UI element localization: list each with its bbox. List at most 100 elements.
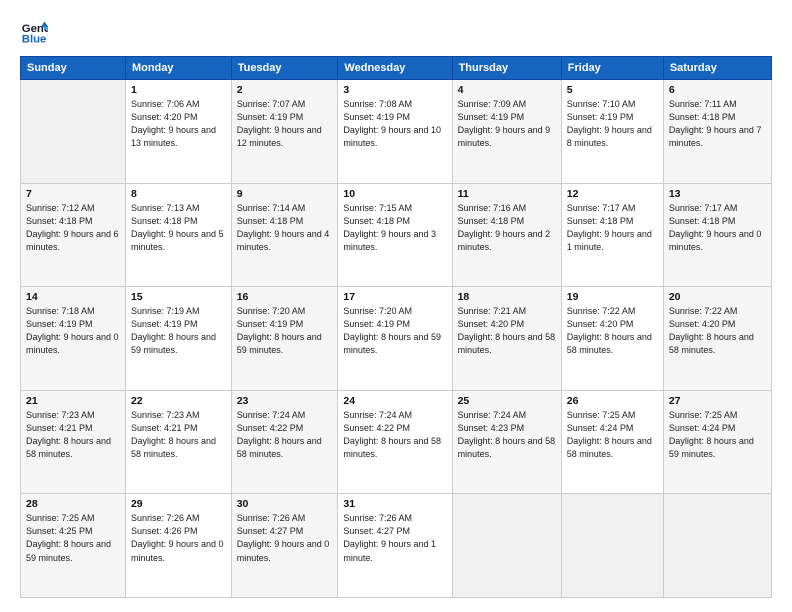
weekday-header-friday: Friday <box>561 57 663 80</box>
calendar-cell: 30 Sunrise: 7:26 AMSunset: 4:27 PMDayligh… <box>231 494 338 598</box>
cell-day-number: 9 <box>237 188 333 200</box>
calendar-cell <box>21 80 126 184</box>
header: General Blue <box>20 18 772 46</box>
cell-day-number: 18 <box>458 291 556 303</box>
cell-day-number: 14 <box>26 291 120 303</box>
calendar-cell: 26 Sunrise: 7:25 AMSunset: 4:24 PMDayligh… <box>561 390 663 494</box>
cell-info: Sunrise: 7:19 AMSunset: 4:19 PMDaylight:… <box>131 305 226 357</box>
calendar-body: 1 Sunrise: 7:06 AMSunset: 4:20 PMDaylight… <box>21 80 772 598</box>
calendar-cell: 15 Sunrise: 7:19 AMSunset: 4:19 PMDayligh… <box>125 287 231 391</box>
calendar-cell: 4 Sunrise: 7:09 AMSunset: 4:19 PMDaylight… <box>452 80 561 184</box>
cell-day-number: 11 <box>458 188 556 200</box>
cell-day-number: 26 <box>567 395 658 407</box>
cell-day-number: 4 <box>458 84 556 96</box>
calendar-cell: 12Sunrise: 7:17 AMSunset: 4:18 PMDayligh… <box>561 183 663 287</box>
calendar-cell: 3Sunrise: 7:08 AMSunset: 4:19 PMDaylight… <box>338 80 452 184</box>
cell-day-number: 22 <box>131 395 226 407</box>
calendar-week-2: 7 Sunrise: 7:12 AMSunset: 4:18 PMDaylight… <box>21 183 772 287</box>
cell-info: Sunrise: 7:06 AMSunset: 4:20 PMDaylight:… <box>131 98 226 150</box>
calendar-cell: 11Sunrise: 7:16 AMSunset: 4:18 PMDayligh… <box>452 183 561 287</box>
calendar-cell: 22Sunrise: 7:23 AMSunset: 4:21 PMDayligh… <box>125 390 231 494</box>
cell-info: Sunrise: 7:13 AMSunset: 4:18 PMDaylight:… <box>131 202 226 254</box>
calendar-cell: 21Sunrise: 7:23 AMSunset: 4:21 PMDayligh… <box>21 390 126 494</box>
cell-day-number: 25 <box>458 395 556 407</box>
cell-day-number: 13 <box>669 188 766 200</box>
cell-info: Sunrise: 7:09 AMSunset: 4:19 PMDaylight:… <box>458 98 556 150</box>
svg-text:Blue: Blue <box>22 34 47 46</box>
calendar-cell: 8 Sunrise: 7:13 AMSunset: 4:18 PMDaylight… <box>125 183 231 287</box>
calendar-cell: 14 Sunrise: 7:18 AMSunset: 4:19 PMDayligh… <box>21 287 126 391</box>
calendar-cell: 19Sunrise: 7:22 AMSunset: 4:20 PMDayligh… <box>561 287 663 391</box>
cell-day-number: 31 <box>343 498 446 510</box>
cell-day-number: 3 <box>343 84 446 96</box>
cell-day-number: 6 <box>669 84 766 96</box>
cell-day-number: 17 <box>343 291 446 303</box>
cell-info: Sunrise: 7:11 AMSunset: 4:18 PMDaylight:… <box>669 98 766 150</box>
cell-info: Sunrise: 7:24 AMSunset: 4:23 PMDaylight:… <box>458 409 556 461</box>
calendar-cell: 25 Sunrise: 7:24 AMSunset: 4:23 PMDayligh… <box>452 390 561 494</box>
calendar-cell: 2 Sunrise: 7:07 AMSunset: 4:19 PMDaylight… <box>231 80 338 184</box>
cell-info: Sunrise: 7:22 AMSunset: 4:20 PMDaylight:… <box>669 305 766 357</box>
cell-info: Sunrise: 7:25 AMSunset: 4:24 PMDaylight:… <box>567 409 658 461</box>
cell-info: Sunrise: 7:26 AMSunset: 4:27 PMDaylight:… <box>237 512 333 564</box>
cell-info: Sunrise: 7:26 AMSunset: 4:26 PMDaylight:… <box>131 512 226 564</box>
weekday-header-wednesday: Wednesday <box>338 57 452 80</box>
cell-day-number: 29 <box>131 498 226 510</box>
calendar-week-4: 21Sunrise: 7:23 AMSunset: 4:21 PMDayligh… <box>21 390 772 494</box>
calendar-cell: 10Sunrise: 7:15 AMSunset: 4:18 PMDayligh… <box>338 183 452 287</box>
cell-day-number: 16 <box>237 291 333 303</box>
cell-day-number: 10 <box>343 188 446 200</box>
calendar-week-3: 14 Sunrise: 7:18 AMSunset: 4:19 PMDayligh… <box>21 287 772 391</box>
calendar-cell: 13 Sunrise: 7:17 AMSunset: 4:18 PMDayligh… <box>663 183 771 287</box>
cell-info: Sunrise: 7:25 AMSunset: 4:25 PMDaylight:… <box>26 512 120 564</box>
cell-day-number: 28 <box>26 498 120 510</box>
logo: General Blue <box>20 18 52 46</box>
calendar-cell: 16 Sunrise: 7:20 AMSunset: 4:19 PMDayligh… <box>231 287 338 391</box>
cell-info: Sunrise: 7:26 AMSunset: 4:27 PMDaylight:… <box>343 512 446 564</box>
logo-icon: General Blue <box>20 18 48 46</box>
cell-day-number: 2 <box>237 84 333 96</box>
cell-info: Sunrise: 7:12 AMSunset: 4:18 PMDaylight:… <box>26 202 120 254</box>
weekday-header-tuesday: Tuesday <box>231 57 338 80</box>
calendar-cell: 29 Sunrise: 7:26 AMSunset: 4:26 PMDayligh… <box>125 494 231 598</box>
calendar-table: SundayMondayTuesdayWednesdayThursdayFrid… <box>20 56 772 598</box>
cell-info: Sunrise: 7:18 AMSunset: 4:19 PMDaylight:… <box>26 305 120 357</box>
cell-info: Sunrise: 7:24 AMSunset: 4:22 PMDaylight:… <box>343 409 446 461</box>
cell-day-number: 5 <box>567 84 658 96</box>
weekday-header-saturday: Saturday <box>663 57 771 80</box>
calendar-cell: 23Sunrise: 7:24 AMSunset: 4:22 PMDayligh… <box>231 390 338 494</box>
calendar-header-row: SundayMondayTuesdayWednesdayThursdayFrid… <box>21 57 772 80</box>
weekday-header-sunday: Sunday <box>21 57 126 80</box>
cell-day-number: 15 <box>131 291 226 303</box>
calendar-cell <box>561 494 663 598</box>
cell-day-number: 8 <box>131 188 226 200</box>
cell-info: Sunrise: 7:14 AMSunset: 4:18 PMDaylight:… <box>237 202 333 254</box>
cell-info: Sunrise: 7:07 AMSunset: 4:19 PMDaylight:… <box>237 98 333 150</box>
cell-info: Sunrise: 7:20 AMSunset: 4:19 PMDaylight:… <box>343 305 446 357</box>
cell-day-number: 1 <box>131 84 226 96</box>
calendar-cell <box>663 494 771 598</box>
calendar-week-1: 1 Sunrise: 7:06 AMSunset: 4:20 PMDaylight… <box>21 80 772 184</box>
calendar-cell: 20 Sunrise: 7:22 AMSunset: 4:20 PMDayligh… <box>663 287 771 391</box>
cell-day-number: 7 <box>26 188 120 200</box>
cell-day-number: 21 <box>26 395 120 407</box>
cell-info: Sunrise: 7:24 AMSunset: 4:22 PMDaylight:… <box>237 409 333 461</box>
calendar-week-5: 28 Sunrise: 7:25 AMSunset: 4:25 PMDayligh… <box>21 494 772 598</box>
calendar-cell: 1 Sunrise: 7:06 AMSunset: 4:20 PMDaylight… <box>125 80 231 184</box>
cell-info: Sunrise: 7:20 AMSunset: 4:19 PMDaylight:… <box>237 305 333 357</box>
cell-day-number: 30 <box>237 498 333 510</box>
calendar-cell: 27Sunrise: 7:25 AMSunset: 4:24 PMDayligh… <box>663 390 771 494</box>
weekday-header-thursday: Thursday <box>452 57 561 80</box>
cell-info: Sunrise: 7:21 AMSunset: 4:20 PMDaylight:… <box>458 305 556 357</box>
cell-info: Sunrise: 7:17 AMSunset: 4:18 PMDaylight:… <box>669 202 766 254</box>
calendar-cell: 7 Sunrise: 7:12 AMSunset: 4:18 PMDaylight… <box>21 183 126 287</box>
calendar-cell: 28 Sunrise: 7:25 AMSunset: 4:25 PMDayligh… <box>21 494 126 598</box>
page: General Blue SundayMondayTuesdayWednesda… <box>0 0 792 612</box>
cell-info: Sunrise: 7:25 AMSunset: 4:24 PMDaylight:… <box>669 409 766 461</box>
calendar-cell: 18 Sunrise: 7:21 AMSunset: 4:20 PMDayligh… <box>452 287 561 391</box>
calendar-cell: 9 Sunrise: 7:14 AMSunset: 4:18 PMDaylight… <box>231 183 338 287</box>
calendar-cell: 6 Sunrise: 7:11 AMSunset: 4:18 PMDaylight… <box>663 80 771 184</box>
cell-day-number: 20 <box>669 291 766 303</box>
weekday-header-monday: Monday <box>125 57 231 80</box>
calendar-cell: 31 Sunrise: 7:26 AMSunset: 4:27 PMDayligh… <box>338 494 452 598</box>
